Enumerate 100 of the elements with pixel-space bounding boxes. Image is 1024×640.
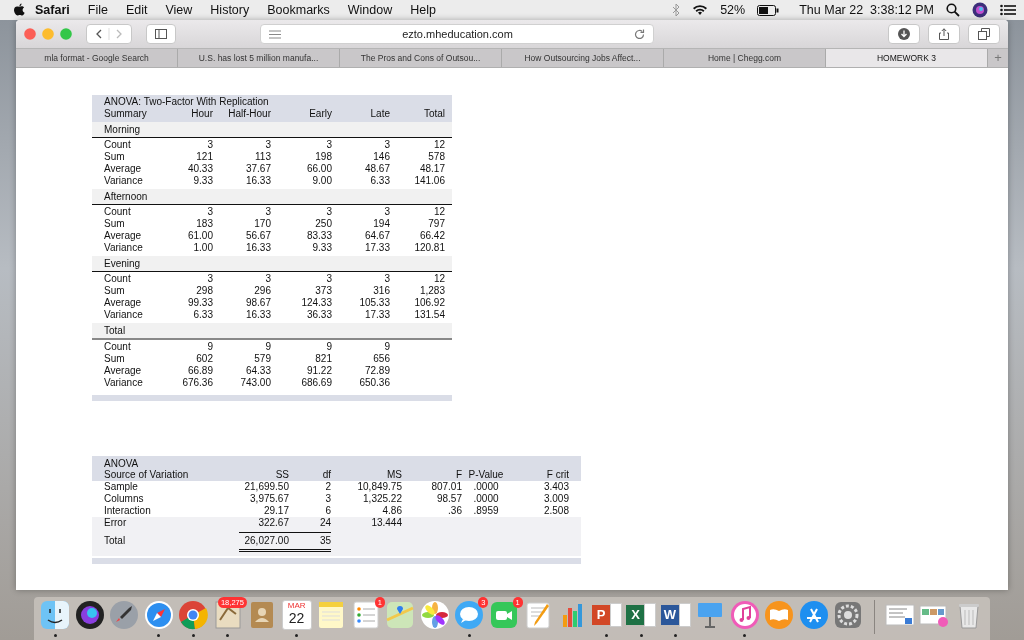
menu-item[interactable]: Window	[338, 3, 402, 17]
orb-icon[interactable]	[74, 600, 105, 630]
gear-icon[interactable]	[833, 600, 864, 630]
menu-item[interactable]: File	[78, 3, 117, 17]
table-cell-text: 3	[206, 273, 213, 286]
table-cell-text: 3	[325, 139, 332, 152]
table-cell-text: 36.33	[305, 308, 332, 321]
stamp-icon[interactable]	[212, 600, 243, 630]
table-cell-text: 3	[383, 139, 390, 152]
row-label: Total	[104, 534, 127, 549]
table-cell-text: 6.33	[192, 308, 213, 321]
table-cell-text: 121	[195, 151, 213, 163]
calendar-icon[interactable]: MAR 22	[281, 600, 312, 630]
row-label: Variance	[104, 308, 144, 321]
map-icon[interactable]	[385, 600, 416, 630]
table-cell-text: 602	[195, 353, 213, 365]
table-cell-text: 3.009	[542, 492, 569, 505]
column-header: Hour	[190, 107, 213, 120]
flower-icon[interactable]	[419, 600, 450, 630]
address-field[interactable]: ezto.mheducation.com	[260, 24, 654, 44]
browser-tab[interactable]: HOMEWORK 3	[826, 49, 988, 67]
tab-overview-button[interactable]	[968, 24, 1000, 44]
table-cell-text: 48.17	[418, 163, 445, 175]
pen-document-icon[interactable]	[523, 600, 553, 630]
store-icon[interactable]	[798, 600, 829, 630]
column-header: F	[454, 469, 462, 482]
speech-bubble-icon[interactable]	[454, 600, 485, 630]
video-camera-icon[interactable]	[488, 600, 519, 630]
table-cell-text: 29.17	[262, 504, 289, 517]
sidebar-button[interactable]	[146, 24, 176, 44]
column-header: Source of Variation	[104, 469, 190, 482]
column-header: SS	[274, 469, 289, 482]
apple-logo-icon	[12, 2, 26, 18]
table-cell-text: 3.403	[542, 481, 569, 493]
tricolor-circle-icon[interactable]	[178, 600, 209, 630]
orb-icon[interactable]	[972, 2, 988, 18]
row-label: Count	[104, 341, 132, 354]
table-cell-text: 3	[383, 273, 390, 286]
compass-icon[interactable]	[143, 600, 174, 630]
table-cell-text: 9.00	[311, 174, 332, 187]
table-cell-text: 322.67	[257, 516, 289, 529]
icon-letter: X	[626, 605, 645, 625]
column-header: Summary	[104, 107, 148, 120]
downloads-button[interactable]	[888, 24, 920, 44]
menu-item[interactable]: Bookmarks	[258, 3, 339, 17]
rocket-icon[interactable]	[109, 600, 140, 630]
column-header: MS	[386, 469, 402, 482]
table-title: ANOVA	[104, 457, 140, 470]
table-cell-text: 578	[427, 151, 445, 163]
menu-item[interactable]: History	[201, 3, 259, 17]
music-note-icon[interactable]	[729, 600, 760, 630]
menu-item[interactable]: Edit	[116, 3, 157, 17]
open-book-icon[interactable]	[764, 600, 795, 630]
checklist-icon[interactable]	[350, 600, 381, 630]
table-cell-text: 579	[253, 353, 271, 365]
row-label: Variance	[104, 174, 144, 187]
row-label: Average	[104, 229, 143, 242]
table-cell-text: 9	[325, 341, 332, 354]
table-cell-text: 170	[253, 218, 271, 230]
bluetooth-icon	[672, 3, 681, 17]
share-button[interactable]	[928, 24, 960, 44]
table-cell-text: 72.89	[363, 364, 390, 377]
menu-item[interactable]: Help	[401, 3, 445, 17]
group-label: Total	[104, 324, 126, 336]
table-cell-text: 198	[314, 151, 332, 163]
search-icon[interactable]	[946, 3, 960, 17]
table-cell-text: 9.33	[311, 241, 332, 254]
face-icon[interactable]	[40, 600, 71, 630]
menu-bar-clock[interactable]: Thu Mar 22 3:38:12 PM	[799, 3, 934, 17]
table-cell-text: 6	[324, 504, 331, 517]
table-cell-text: 3	[206, 139, 213, 152]
reload-icon[interactable]	[634, 28, 645, 40]
back-forward-buttons[interactable]	[86, 24, 132, 44]
menu-item[interactable]: View	[156, 3, 202, 17]
share-icon	[938, 28, 950, 40]
row-label: Count	[104, 273, 132, 286]
list-icon[interactable]	[1000, 4, 1016, 16]
table-cell-text: 56.67	[244, 229, 271, 242]
battery-percentage: 52%	[720, 3, 746, 17]
table-title: ANOVA: Two-Factor With Replication	[104, 96, 270, 108]
column-header: df	[321, 469, 331, 482]
table-cell: 35	[289, 532, 331, 553]
table-cell-text: 3	[264, 273, 271, 286]
table-cell-text: .0000	[472, 492, 500, 505]
table-cell: 26,027.00	[239, 532, 289, 553]
table-cell-text: 3	[264, 206, 271, 219]
column-header: Early	[308, 107, 332, 120]
table-cell-text: 64.67	[363, 229, 390, 242]
table-cell-text: 3	[383, 206, 390, 219]
app-menu[interactable]: Safari	[26, 3, 79, 17]
url-text: ezto.mheducation.com	[401, 28, 514, 40]
table-cell-text: 12	[432, 139, 445, 152]
table-cell-text: 9	[264, 341, 271, 354]
table-cell-text: 9	[206, 341, 213, 354]
row-label: Count	[104, 206, 132, 219]
table-cell-text: 12	[432, 206, 445, 219]
close-button[interactable]	[24, 28, 36, 40]
calendar-month: MAR	[287, 601, 306, 610]
table-cell-text: 821	[314, 353, 332, 365]
reader-icon	[269, 29, 281, 39]
